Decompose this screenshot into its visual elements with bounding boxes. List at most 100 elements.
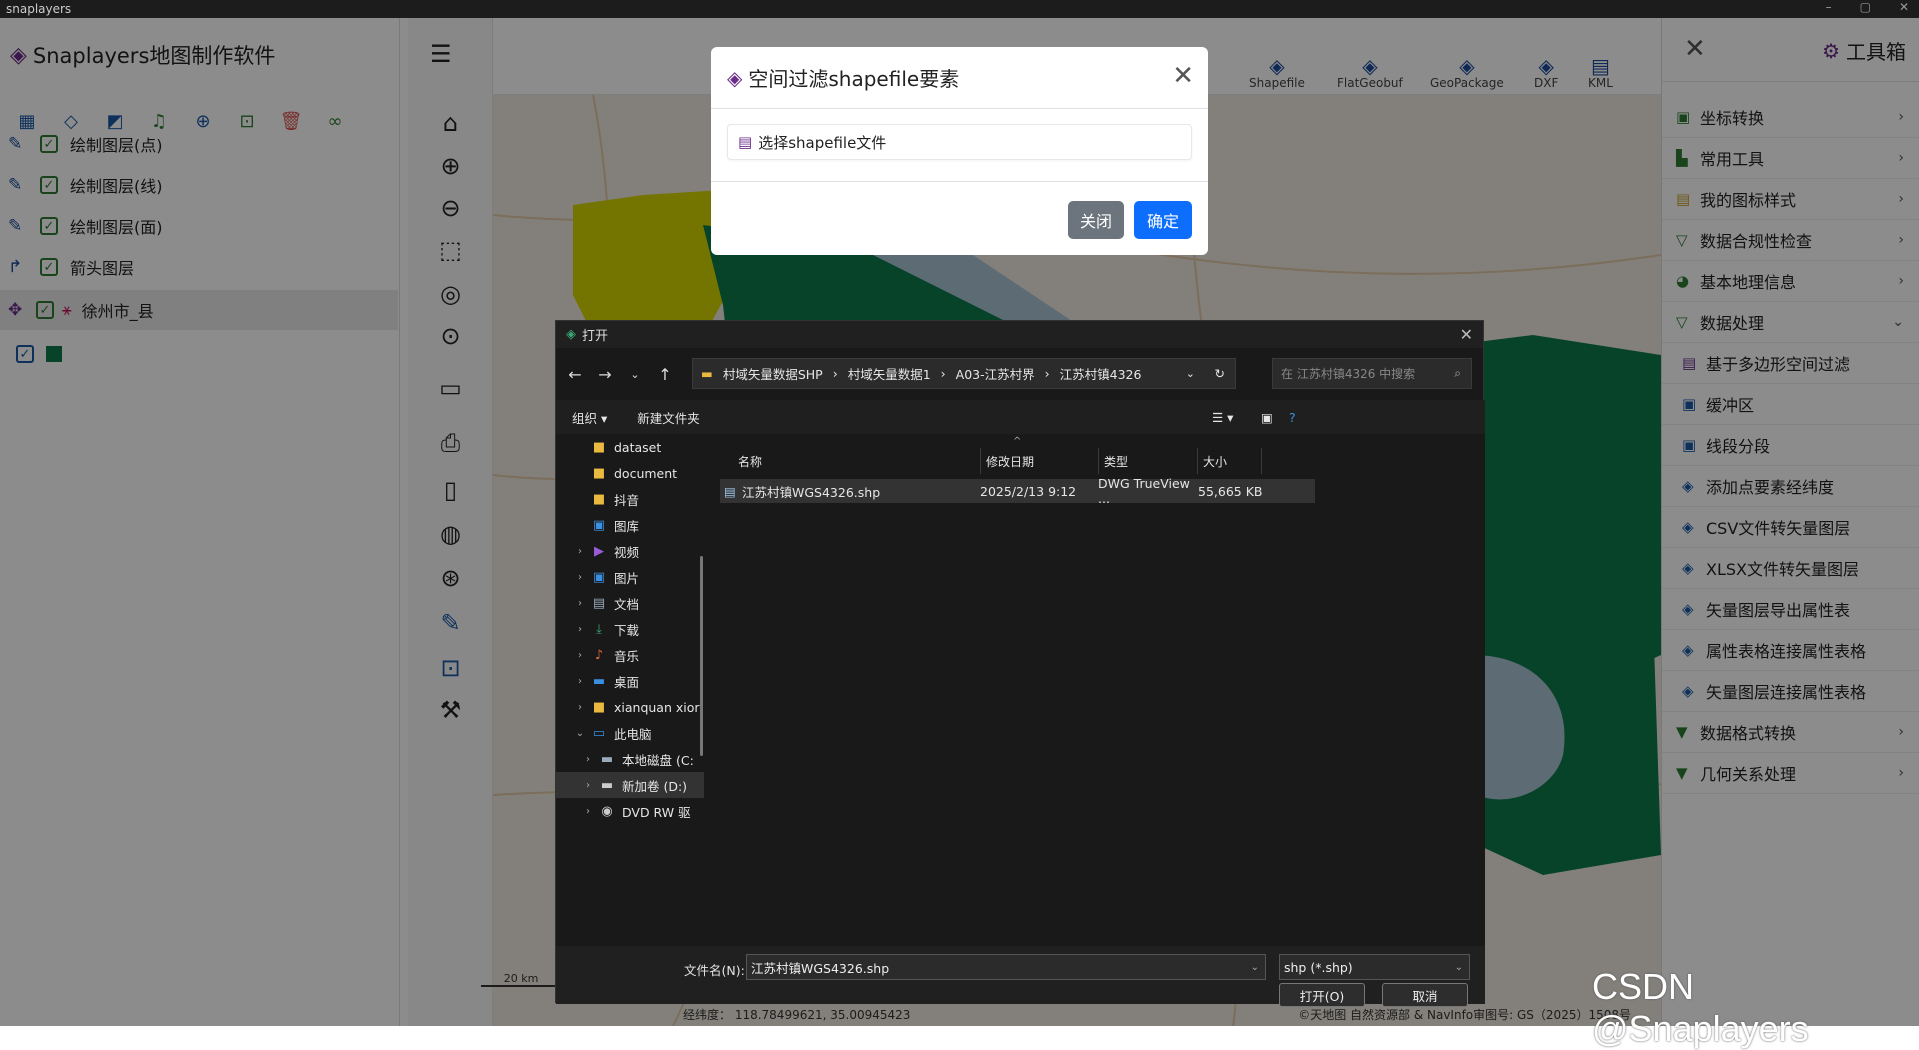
close-button[interactable]: 关闭 bbox=[1068, 201, 1124, 239]
chevron-right-icon[interactable]: › bbox=[578, 806, 598, 817]
filetype-select[interactable]: shp (*.shp) ⌄ bbox=[1279, 954, 1470, 980]
sidebar-item[interactable]: ▣ 图库 bbox=[556, 512, 704, 538]
filename-input[interactable]: 江苏村镇WGS4326.shp ⌄ bbox=[746, 954, 1266, 980]
sidebar-item[interactable]: › ▬ 本地磁盘 (C: bbox=[556, 746, 704, 772]
chevron-right-icon[interactable]: › bbox=[578, 754, 598, 765]
layers-icon: ◈ bbox=[727, 65, 743, 90]
confirm-button[interactable]: 确定 bbox=[1134, 201, 1192, 239]
sidebar-item[interactable]: › ⤓ 下载 bbox=[556, 616, 704, 642]
breadcrumb-item[interactable]: 江苏村镇4326 bbox=[1060, 364, 1142, 383]
sidebar-item[interactable]: ■ dataset bbox=[556, 434, 704, 460]
chevron-right-icon[interactable]: › bbox=[570, 598, 590, 609]
app-icon: ◈ bbox=[566, 327, 576, 342]
folder-icon: ■ bbox=[592, 699, 606, 715]
preview-pane-icon[interactable]: ▣ bbox=[1261, 410, 1273, 425]
modal-title: 空间过滤shapefile要素 bbox=[748, 67, 960, 91]
column-divider[interactable] bbox=[1098, 448, 1099, 474]
spatial-filter-modal: ◈ 空间过滤shapefile要素 ✕ ▤ 选择shapefile文件 关闭 确… bbox=[711, 47, 1208, 255]
app-title: snaplayers bbox=[6, 2, 72, 16]
dialog-titlebar: ◈ 打开 ✕ bbox=[556, 321, 1483, 348]
sidebar-item[interactable]: › ▬ 桌面 bbox=[556, 668, 704, 694]
chevron-right-icon[interactable]: › bbox=[570, 546, 590, 557]
file-date: 2025/2/13 9:12 bbox=[980, 483, 1077, 499]
sidebar-item[interactable]: › ♪ 音乐 bbox=[556, 642, 704, 668]
file-name: 江苏村镇WGS4326.shp bbox=[742, 484, 881, 500]
new-folder-button[interactable]: 新建文件夹 bbox=[637, 408, 700, 427]
refresh-icon[interactable]: ↻ bbox=[1215, 366, 1225, 381]
forward-icon[interactable]: → bbox=[590, 365, 620, 384]
chevron-right-icon[interactable]: › bbox=[570, 572, 590, 583]
breadcrumb-sep-icon: › bbox=[1044, 366, 1050, 381]
chevron-down-icon[interactable]: ⌄ bbox=[570, 728, 590, 739]
sidebar-item[interactable]: › ▶ 视频 bbox=[556, 538, 704, 564]
drive-icon: ▬ bbox=[600, 777, 614, 793]
chevron-down-icon[interactable]: ⌄ bbox=[1455, 962, 1463, 973]
dvd-icon: ◉ bbox=[601, 803, 613, 819]
up-icon[interactable]: ↑ bbox=[650, 365, 680, 384]
watermark: CSDN @Snaplayers bbox=[1592, 966, 1809, 1049]
column-divider[interactable] bbox=[1197, 448, 1198, 474]
desktop-icon: ▬ bbox=[592, 673, 606, 689]
open-file-dialog: ◈ 打开 ✕ ← → ⌄ ↑ ▬ 村域矢量数据SHP › 村域矢量数据1 › A… bbox=[555, 320, 1485, 1007]
breadcrumb-sep-icon: › bbox=[940, 366, 946, 381]
dialog-navbar: ← → ⌄ ↑ ▬ 村域矢量数据SHP › 村域矢量数据1 › A03-江苏村界… bbox=[556, 348, 1485, 400]
folder-icon: ■ bbox=[592, 465, 606, 481]
dialog-title: 打开 bbox=[582, 329, 609, 344]
chevron-right-icon[interactable]: › bbox=[570, 650, 590, 661]
column-header-name[interactable]: 名称 bbox=[738, 448, 762, 474]
sidebar-item[interactable]: › ▤ 文档 bbox=[556, 590, 704, 616]
search-input[interactable]: 在 江苏村镇4326 中搜索 ⌕ bbox=[1272, 358, 1472, 389]
pictures-icon: ▣ bbox=[592, 569, 606, 585]
open-button[interactable]: 打开(O) bbox=[1279, 983, 1365, 1007]
breadcrumb-sep-icon: › bbox=[832, 366, 838, 381]
chevron-down-icon[interactable]: ⌄ bbox=[1186, 367, 1195, 380]
sidebar-item-selected[interactable]: › ▬ 新加卷 (D:) bbox=[556, 772, 704, 798]
chevron-right-icon[interactable]: › bbox=[570, 624, 590, 635]
back-icon[interactable]: ← bbox=[560, 365, 590, 384]
sidebar-item[interactable]: › ■ xianquan xior bbox=[556, 694, 704, 720]
sidebar-item[interactable]: › ◉ DVD RW 驱 bbox=[556, 798, 704, 824]
documents-icon: ▤ bbox=[592, 595, 606, 611]
window-titlebar: snaplayers – ▢ ✕ bbox=[0, 0, 1919, 18]
minimize-icon[interactable]: – bbox=[1826, 0, 1832, 14]
close-icon[interactable]: ✕ bbox=[1172, 61, 1194, 91]
address-bar[interactable]: ▬ 村域矢量数据SHP › 村域矢量数据1 › A03-江苏村界 › 江苏村镇4… bbox=[692, 358, 1236, 389]
chevron-down-icon[interactable]: ⌄ bbox=[1251, 962, 1259, 973]
drive-icon: ▬ bbox=[600, 751, 614, 767]
folder-icon: ▬ bbox=[701, 366, 713, 381]
view-icon[interactable]: ☰ ▾ bbox=[1212, 410, 1233, 425]
column-divider[interactable] bbox=[980, 448, 981, 474]
close-icon[interactable]: ✕ bbox=[1460, 325, 1473, 344]
select-shapefile-button[interactable]: ▤ 选择shapefile文件 bbox=[727, 124, 1192, 160]
chevron-down-icon[interactable]: ⌄ bbox=[620, 368, 650, 381]
search-placeholder: 在 江苏村镇4326 中搜索 bbox=[1281, 367, 1416, 381]
computer-icon: ▭ bbox=[592, 725, 606, 741]
chevron-right-icon[interactable]: › bbox=[578, 780, 598, 791]
sidebar-scrollbar[interactable] bbox=[700, 556, 703, 756]
column-header-type[interactable]: 类型 bbox=[1104, 448, 1128, 474]
sidebar-item[interactable]: ⌄ ▭ 此电脑 bbox=[556, 720, 704, 746]
sidebar-item[interactable]: › ▣ 图片 bbox=[556, 564, 704, 590]
breadcrumb-item[interactable]: 村域矢量数据SHP bbox=[723, 364, 823, 383]
column-divider[interactable] bbox=[1261, 448, 1262, 474]
column-header-date[interactable]: 修改日期 bbox=[986, 448, 1034, 474]
help-icon[interactable]: ? bbox=[1289, 410, 1296, 425]
chevron-right-icon[interactable]: › bbox=[570, 676, 590, 687]
close-icon[interactable]: ✕ bbox=[1899, 0, 1909, 14]
modal-header: ◈ 空间过滤shapefile要素 bbox=[711, 47, 1208, 109]
breadcrumb-item[interactable]: A03-江苏村界 bbox=[956, 364, 1035, 383]
breadcrumb-item[interactable]: 村域矢量数据1 bbox=[848, 364, 931, 383]
file-size: 55,665 KB bbox=[1198, 483, 1263, 499]
filename-label: 文件名(N): bbox=[684, 963, 745, 978]
music-icon: ♪ bbox=[594, 647, 604, 663]
file-icon: ▤ bbox=[724, 483, 736, 499]
maximize-icon[interactable]: ▢ bbox=[1860, 0, 1871, 14]
file-row-selected[interactable]: ▤ 江苏村镇WGS4326.shp 2025/2/13 9:12 DWG Tru… bbox=[720, 476, 1315, 506]
cancel-button[interactable]: 取消 bbox=[1382, 983, 1468, 1007]
organize-menu[interactable]: 组织 ▾ bbox=[572, 408, 607, 427]
sidebar-item[interactable]: ■ document bbox=[556, 460, 704, 486]
chevron-right-icon[interactable]: › bbox=[570, 702, 590, 713]
sidebar-item[interactable]: ■ 抖音 bbox=[556, 486, 704, 512]
modal-body: ▤ 选择shapefile文件 bbox=[711, 109, 1208, 182]
column-header-size[interactable]: 大小 bbox=[1203, 448, 1227, 474]
